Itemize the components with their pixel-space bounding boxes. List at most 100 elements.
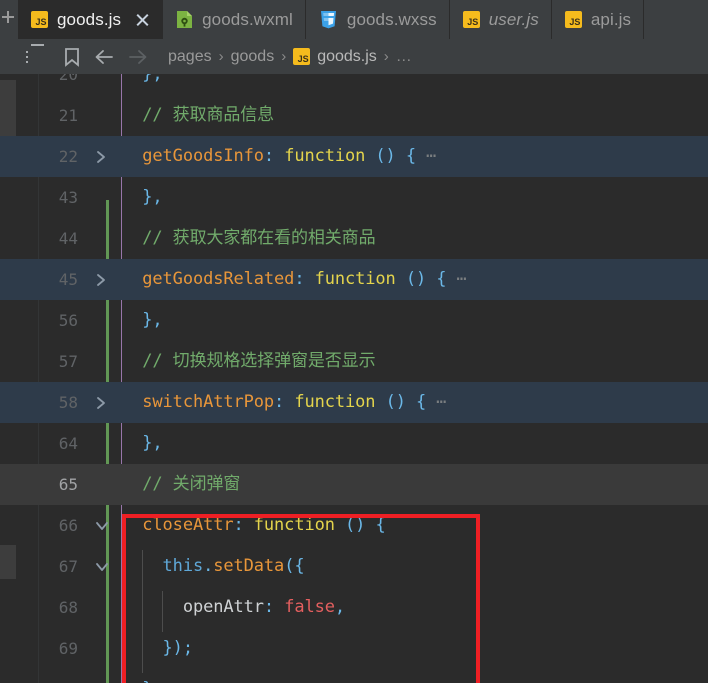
code-text[interactable]: // 切换规格选择弹窗是否显示 [122,341,375,382]
code-token: () [375,146,396,166]
tab-api-js[interactable]: JS api.js [551,0,645,39]
code-text[interactable]: getGoodsInfo: function () { ⋯ [122,136,436,177]
line-number: 64 [58,434,78,453]
code-line[interactable] [0,628,708,669]
code-token: : [233,515,254,535]
tab-label: api.js [590,9,632,29]
fold-collapse-icon[interactable] [94,505,110,546]
chevron-right-icon: › [281,48,287,65]
code-token: function [314,269,396,289]
code-token: { [436,269,447,289]
code-editor[interactable]: 20 }, 21 // 获取商品信息 22 getGoodsInfo: functi… [0,74,708,683]
code-token: // 获取大家都在看的相关商品 [122,228,376,248]
fold-collapse-icon[interactable] [94,546,110,587]
code-line[interactable] [0,423,708,464]
code-token: ({ [284,556,305,576]
line-number: 66 [58,516,78,535]
code-text[interactable]: switchAttrPop: function () { ⋯ [122,382,446,423]
tab-goods-wxml[interactable]: goods.wxml [163,0,306,39]
indent-guide [162,591,163,632]
code-text[interactable]: }, [122,423,162,464]
tab-label: user.js [488,9,539,29]
chevron-right-icon: › [218,48,224,65]
line-number: 65 [58,475,78,494]
code-token: { [405,146,416,166]
code-token: : [263,146,285,166]
code-token: // 关闭弹窗 [122,474,241,494]
code-token: closeAttr [142,515,234,535]
line-number: 45 [58,270,78,289]
code-text[interactable]: }, [122,300,162,341]
code-token: setData [213,556,285,576]
breadcrumb-item-goods[interactable]: goods [231,48,275,66]
fold-expand-icon[interactable] [94,259,110,300]
breadcrumb-item-goods-js[interactable]: goods.js [317,48,377,66]
code-token: ⋯ [446,269,467,289]
tab-goods-wxss[interactable]: goods.wxss [305,0,450,39]
line-number: 44 [58,229,78,248]
code-text[interactable]: this.setData({ [122,546,305,587]
bookmark-icon[interactable] [57,44,87,70]
code-token: () [385,392,406,412]
code-text[interactable]: }, [122,74,163,95]
line-number: 43 [58,188,78,207]
js-file-icon: JS [564,11,582,28]
tab-user-js[interactable]: JS user.js [449,0,552,39]
breadcrumb-overflow[interactable]: … [396,48,412,66]
breadcrumb-item-pages[interactable]: pages [168,48,212,66]
wxml-file-icon [176,10,193,29]
editor-window: JS goods.js goods.wxml goods.wxss JS use… [0,0,708,683]
indent-guide [142,550,143,673]
breadcrumb-toolbar [0,43,156,70]
close-icon[interactable] [135,12,150,27]
structure-list-icon[interactable] [24,43,54,70]
code-token: ⋯ [426,392,447,412]
breadcrumb: pages › goods › JS goods.js › … [168,48,412,66]
code-line[interactable] [0,669,708,683]
code-line[interactable] [0,587,708,628]
code-text[interactable]: openAttr: false, [122,587,345,628]
code-line[interactable] [0,177,708,218]
code-token: openAttr [182,597,264,617]
code-text[interactable]: closeAttr: function () { [122,505,385,546]
code-line[interactable] [0,74,708,95]
code-token: : [274,392,295,412]
line-number: 67 [58,557,78,576]
code-text[interactable]: getGoodsRelated: function () { ⋯ [122,259,467,300]
line-number: 56 [58,311,78,330]
tab-label: goods.wxml [202,9,293,29]
code-text[interactable]: // 获取大家都在看的相关商品 [122,218,375,259]
tab-bar-add-icon[interactable] [0,0,18,39]
line-number: 68 [58,598,78,617]
code-token: false [284,597,335,617]
code-token: }, [142,74,163,84]
code-line[interactable] [0,300,708,341]
code-text[interactable]: // 关闭弹窗 [122,464,240,505]
code-text[interactable]: }); [122,628,194,669]
tab-goods-js[interactable]: JS goods.js [18,0,164,39]
fold-expand-icon[interactable] [94,136,110,177]
code-token: () [405,269,427,289]
code-text[interactable]: }, [122,177,162,218]
js-file-icon: JS [31,11,48,28]
line-number: 70 [16,669,78,683]
code-token: { [415,392,427,412]
fold-expand-icon[interactable] [94,382,110,423]
tab-label: goods.wxss [346,9,437,29]
code-line[interactable] [0,464,708,505]
back-arrow-icon[interactable] [90,44,120,70]
code-text[interactable]: // 获取商品信息 [122,95,274,136]
code-line[interactable] [0,95,708,136]
